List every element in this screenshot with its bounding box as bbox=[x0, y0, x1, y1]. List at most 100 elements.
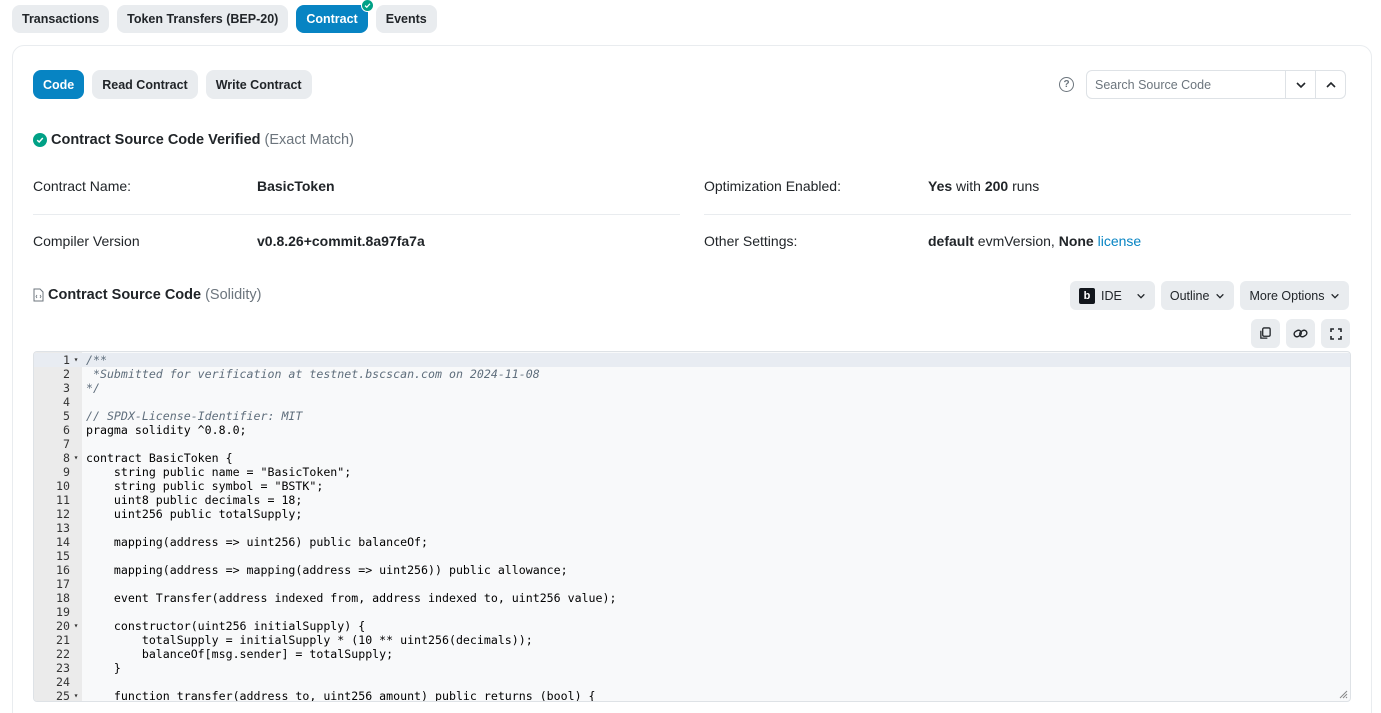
copy-button[interactable] bbox=[1251, 319, 1280, 348]
chevron-down-icon bbox=[1295, 81, 1306, 88]
optimization-runs-suffix: runs bbox=[1008, 178, 1040, 194]
tab-label: Code bbox=[43, 77, 75, 92]
code-text: string public symbol = "BSTK"; bbox=[86, 479, 324, 493]
code-text: */ bbox=[86, 381, 100, 395]
tab-transactions[interactable]: Transactions bbox=[12, 5, 110, 33]
code-lines: 1 ▾/** 2 *Submitted for verification at te… bbox=[34, 353, 1350, 701]
tab-label: Token Transfers (BEP-20) bbox=[127, 12, 279, 26]
resize-handle-icon[interactable] bbox=[1338, 689, 1348, 699]
line-number: 15 bbox=[56, 549, 70, 563]
other-settings-value: default evmVersion, None license bbox=[928, 233, 1141, 249]
link-button[interactable] bbox=[1286, 319, 1315, 348]
fullscreen-button[interactable] bbox=[1321, 319, 1350, 348]
code-line: 6 pragma solidity ^0.8.0; bbox=[34, 423, 1350, 437]
code-text: pragma solidity ^0.8.0; bbox=[86, 423, 247, 437]
line-number: 4 bbox=[63, 395, 70, 409]
verified-title: Contract Source Code Verified bbox=[51, 132, 261, 148]
tab-contract[interactable]: Contract bbox=[296, 0, 374, 33]
line-number: 23 bbox=[56, 661, 70, 675]
tab-label: Read Contract bbox=[102, 77, 188, 92]
code-line: 19 bbox=[34, 605, 1350, 619]
tab-read-contract[interactable]: Read Contract bbox=[92, 70, 198, 99]
code-editor[interactable]: 1 ▾/** 2 *Submitted for verification at te… bbox=[33, 351, 1351, 702]
source-title: Contract Source Code bbox=[48, 287, 202, 303]
code-text: string public name = "BasicToken"; bbox=[86, 465, 352, 479]
fold-arrow-icon[interactable]: ▾ bbox=[70, 619, 82, 633]
line-number: 19 bbox=[56, 605, 70, 619]
code-action-buttons bbox=[1251, 319, 1350, 348]
fold-arrow-icon[interactable]: ▾ bbox=[70, 353, 82, 367]
ide-dropdown[interactable]: b IDE bbox=[1070, 281, 1155, 310]
more-options-dropdown[interactable]: More Options bbox=[1240, 281, 1350, 310]
code-line: 25 ▾ function transfer(address to, uint25… bbox=[34, 689, 1350, 701]
sub-tabs: Code Read Contract Write Contract bbox=[33, 70, 312, 99]
contract-card: Code Read Contract Write Contract ? Cont… bbox=[12, 45, 1372, 713]
code-line: 22 balanceOf[msg.sender] = totalSupply; bbox=[34, 647, 1350, 661]
code-line: 12 uint256 public totalSupply; bbox=[34, 507, 1350, 521]
check-circle-icon bbox=[33, 133, 47, 147]
outline-dropdown[interactable]: Outline bbox=[1160, 281, 1235, 310]
line-number: 12 bbox=[56, 507, 70, 521]
code-line: 10 string public symbol = "BSTK"; bbox=[34, 479, 1350, 493]
code-line: 4 bbox=[34, 395, 1350, 409]
line-number: 7 bbox=[63, 437, 70, 451]
code-line: 21 totalSupply = initialSupply * (10 ** … bbox=[34, 633, 1350, 647]
search-next-button[interactable] bbox=[1286, 70, 1316, 99]
code-text: /** bbox=[86, 353, 107, 367]
line-number: 20 bbox=[56, 619, 70, 633]
search-input[interactable] bbox=[1086, 70, 1286, 99]
code-line: 14 mapping(address => uint256) public ba… bbox=[34, 535, 1350, 549]
code-line: 5 // SPDX-License-Identifier: MIT bbox=[34, 409, 1350, 423]
verified-status: Contract Source Code Verified (Exact Mat… bbox=[33, 132, 354, 148]
tab-events[interactable]: Events bbox=[375, 5, 437, 33]
code-text: uint256 public totalSupply; bbox=[86, 507, 303, 521]
fold-arrow-icon[interactable]: ▾ bbox=[70, 451, 82, 465]
compiler-value: v0.8.26+commit.8a97fa7a bbox=[257, 233, 425, 249]
optimization-runs: 200 bbox=[984, 178, 1009, 194]
code-line: 3 */ bbox=[34, 381, 1350, 395]
code-line: 24 bbox=[34, 675, 1350, 689]
contract-name-label: Contract Name: bbox=[33, 178, 132, 194]
compiler-label: Compiler Version bbox=[33, 233, 140, 249]
verified-check-icon bbox=[360, 0, 374, 12]
code-line: 1 ▾ /** bbox=[34, 353, 1350, 367]
ide-label: IDE bbox=[1101, 288, 1122, 303]
line-number: 14 bbox=[56, 535, 70, 549]
chevron-down-icon bbox=[1216, 293, 1225, 299]
more-options-label: More Options bbox=[1249, 288, 1325, 303]
license-link[interactable]: license bbox=[1098, 233, 1142, 249]
file-code-icon bbox=[33, 288, 44, 302]
tab-write-contract[interactable]: Write Contract bbox=[205, 70, 312, 99]
code-line: 18 event Transfer(address indexed from, … bbox=[34, 591, 1350, 605]
tab-code[interactable]: Code bbox=[33, 70, 85, 99]
tab-token-transfers[interactable]: Token Transfers (BEP-20) bbox=[117, 5, 289, 33]
expand-icon bbox=[1329, 327, 1342, 340]
divider bbox=[33, 214, 680, 215]
tab-label: Contract bbox=[306, 12, 358, 26]
line-number: 21 bbox=[56, 633, 70, 647]
help-icon[interactable]: ? bbox=[1059, 77, 1074, 92]
line-number: 22 bbox=[56, 647, 70, 661]
fold-arrow-icon[interactable]: ▾ bbox=[70, 689, 82, 701]
code-line: 2 *Submitted for verification at testnet… bbox=[34, 367, 1350, 381]
search-prev-button[interactable] bbox=[1316, 70, 1346, 99]
optimization-label: Optimization Enabled: bbox=[704, 178, 841, 194]
tab-label: Events bbox=[385, 12, 427, 26]
